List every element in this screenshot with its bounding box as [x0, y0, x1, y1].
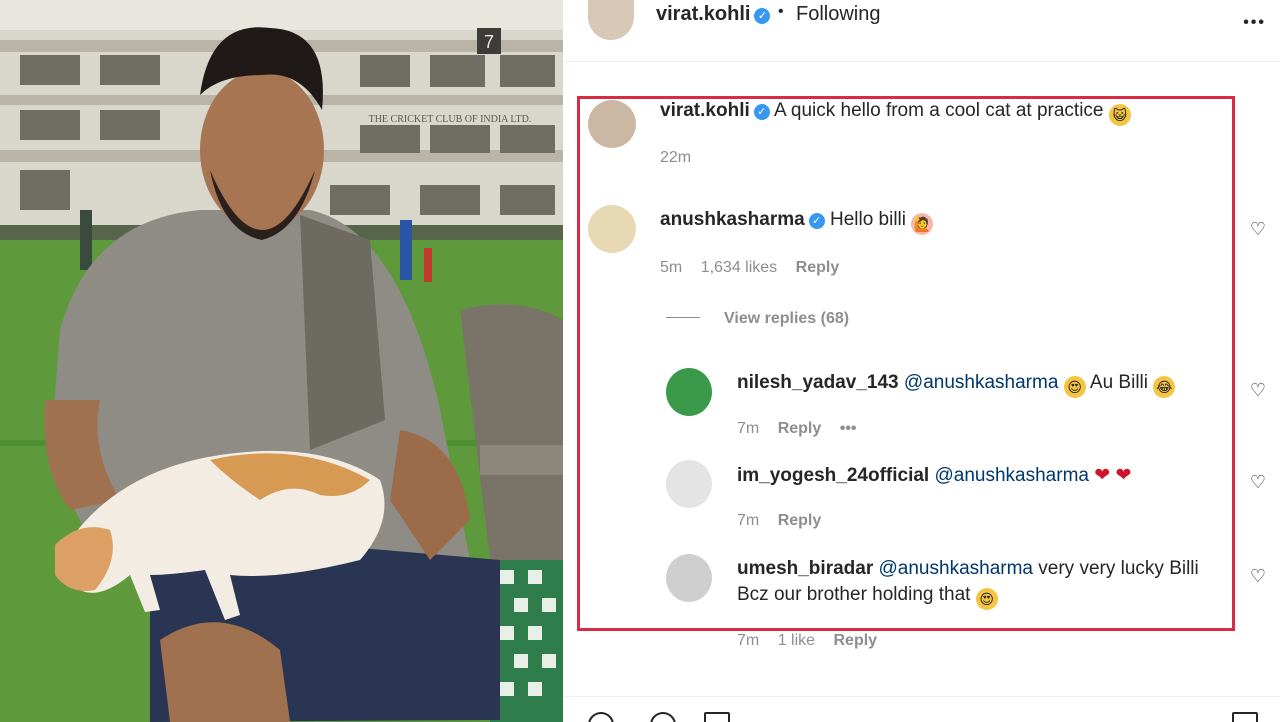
reply-username[interactable]: nilesh_yadav_143	[737, 372, 899, 393]
reply-avatar[interactable]	[666, 554, 712, 602]
comments-panel: virat.kohli ✓ • Following ••• virat.kohli…	[564, 0, 1280, 722]
reply-avatar[interactable]	[666, 368, 712, 416]
heart-eyes-emoji-icon: 😍	[975, 588, 998, 610]
post-photo[interactable]: 7 THE CRICKET CLUB OF INDIA LTD.	[0, 0, 563, 722]
reply-button[interactable]: Reply	[778, 512, 822, 529]
mention-link[interactable]: @anushkasharma	[934, 465, 1088, 486]
caption-line: virat.kohli ✓ A quick hello from a cool c…	[660, 100, 1131, 126]
post-header: virat.kohli ✓ • Following •••	[564, 0, 1280, 62]
like-heart-icon[interactable]: ♡	[1250, 566, 1266, 587]
commenter-avatar[interactable]	[588, 205, 636, 253]
caption-time: 22m	[660, 149, 692, 166]
photo-number: 7	[484, 32, 494, 52]
reply-time: 7m	[737, 512, 760, 529]
caption-avatar[interactable]	[588, 100, 636, 148]
following-button[interactable]: Following	[796, 3, 880, 26]
reply-line: nilesh_yadav_143 @anushkasharma 😍 Au Bil…	[737, 372, 1176, 398]
author-username[interactable]: virat.kohli ✓	[656, 3, 771, 26]
footer-divider	[564, 696, 1280, 697]
save-action-icon[interactable]	[1232, 712, 1258, 722]
reply-line: im_yogesh_24official @anushkasharma ❤ ❤	[737, 464, 1131, 487]
view-replies-button[interactable]: View replies (68)	[666, 310, 849, 328]
reply-button[interactable]: Reply	[796, 259, 840, 276]
caption-meta: 22m	[660, 149, 705, 167]
reply-meta: 7m 1 like Reply	[737, 632, 891, 650]
reply-time: 7m	[737, 632, 760, 649]
like-heart-icon[interactable]: ♡	[1250, 472, 1266, 493]
share-action-icon[interactable]	[704, 712, 730, 722]
comment-line: anushkasharma ✓ Hello billi 🙋	[660, 209, 934, 235]
reply-username[interactable]: umesh_biradar	[737, 558, 873, 579]
author-avatar[interactable]	[588, 0, 634, 40]
comment-meta: 5m 1,634 likes Reply	[660, 259, 853, 277]
view-replies-text: View replies (68)	[724, 310, 850, 327]
cat-emoji-icon: 😺	[1108, 104, 1131, 126]
verified-icon: ✓	[753, 104, 770, 120]
comment-action-icon[interactable]	[650, 712, 676, 722]
replies-rule	[666, 317, 700, 318]
reply-text-continued: Bcz our brother holding that	[737, 584, 971, 605]
comment-username[interactable]: anushkasharma	[660, 209, 805, 230]
reply-text: Au Billi	[1089, 372, 1148, 393]
photo-illustration: 7 THE CRICKET CLUB OF INDIA LTD.	[0, 0, 563, 722]
red-heart-emoji-icon: ❤	[1094, 465, 1111, 486]
like-heart-icon[interactable]: ♡	[1250, 219, 1266, 240]
photo-sign: THE CRICKET CLUB OF INDIA LTD.	[369, 114, 532, 125]
reply-meta: 7m Reply	[737, 512, 835, 530]
reply-button[interactable]: Reply	[778, 420, 822, 437]
laughing-emoji-icon: 😂	[1153, 376, 1176, 398]
reply-likes[interactable]: 1 like	[778, 632, 815, 649]
reply-avatar[interactable]	[666, 460, 712, 508]
reply-meta: 7m Reply •••	[737, 420, 871, 438]
verified-icon: ✓	[754, 8, 771, 24]
comment-text: Hello billi	[829, 209, 906, 230]
heart-eyes-emoji-icon: 😍	[1063, 376, 1086, 398]
caption-username[interactable]: virat.kohli	[660, 100, 750, 121]
verified-icon: ✓	[808, 213, 825, 229]
mention-link[interactable]: @anushkasharma	[904, 372, 1058, 393]
like-heart-icon[interactable]: ♡	[1250, 380, 1266, 401]
raising-hand-emoji-icon: 🙋	[911, 213, 934, 235]
comment-likes[interactable]: 1,634 likes	[701, 259, 778, 276]
more-options-icon[interactable]: •••	[1243, 14, 1266, 32]
author-name-text: virat.kohli	[656, 3, 751, 25]
separator-dot: •	[778, 3, 784, 20]
reply-time: 7m	[737, 420, 760, 437]
reply-username[interactable]: im_yogesh_24official	[737, 465, 929, 486]
reply-button[interactable]: Reply	[834, 632, 878, 649]
reply-line: umesh_biradar @anushkasharma very very l…	[737, 558, 1199, 580]
red-heart-emoji-icon: ❤	[1115, 465, 1132, 486]
comment-time: 5m	[660, 259, 683, 276]
caption-text: A quick hello from a cool cat at practic…	[773, 100, 1104, 121]
reply-text: very very lucky Billi	[1038, 558, 1199, 579]
like-action-icon[interactable]	[588, 712, 614, 722]
reply-line-2: Bcz our brother holding that 😍	[737, 584, 998, 610]
mention-link[interactable]: @anushkasharma	[879, 558, 1033, 579]
more-options-icon[interactable]: •••	[840, 420, 857, 437]
